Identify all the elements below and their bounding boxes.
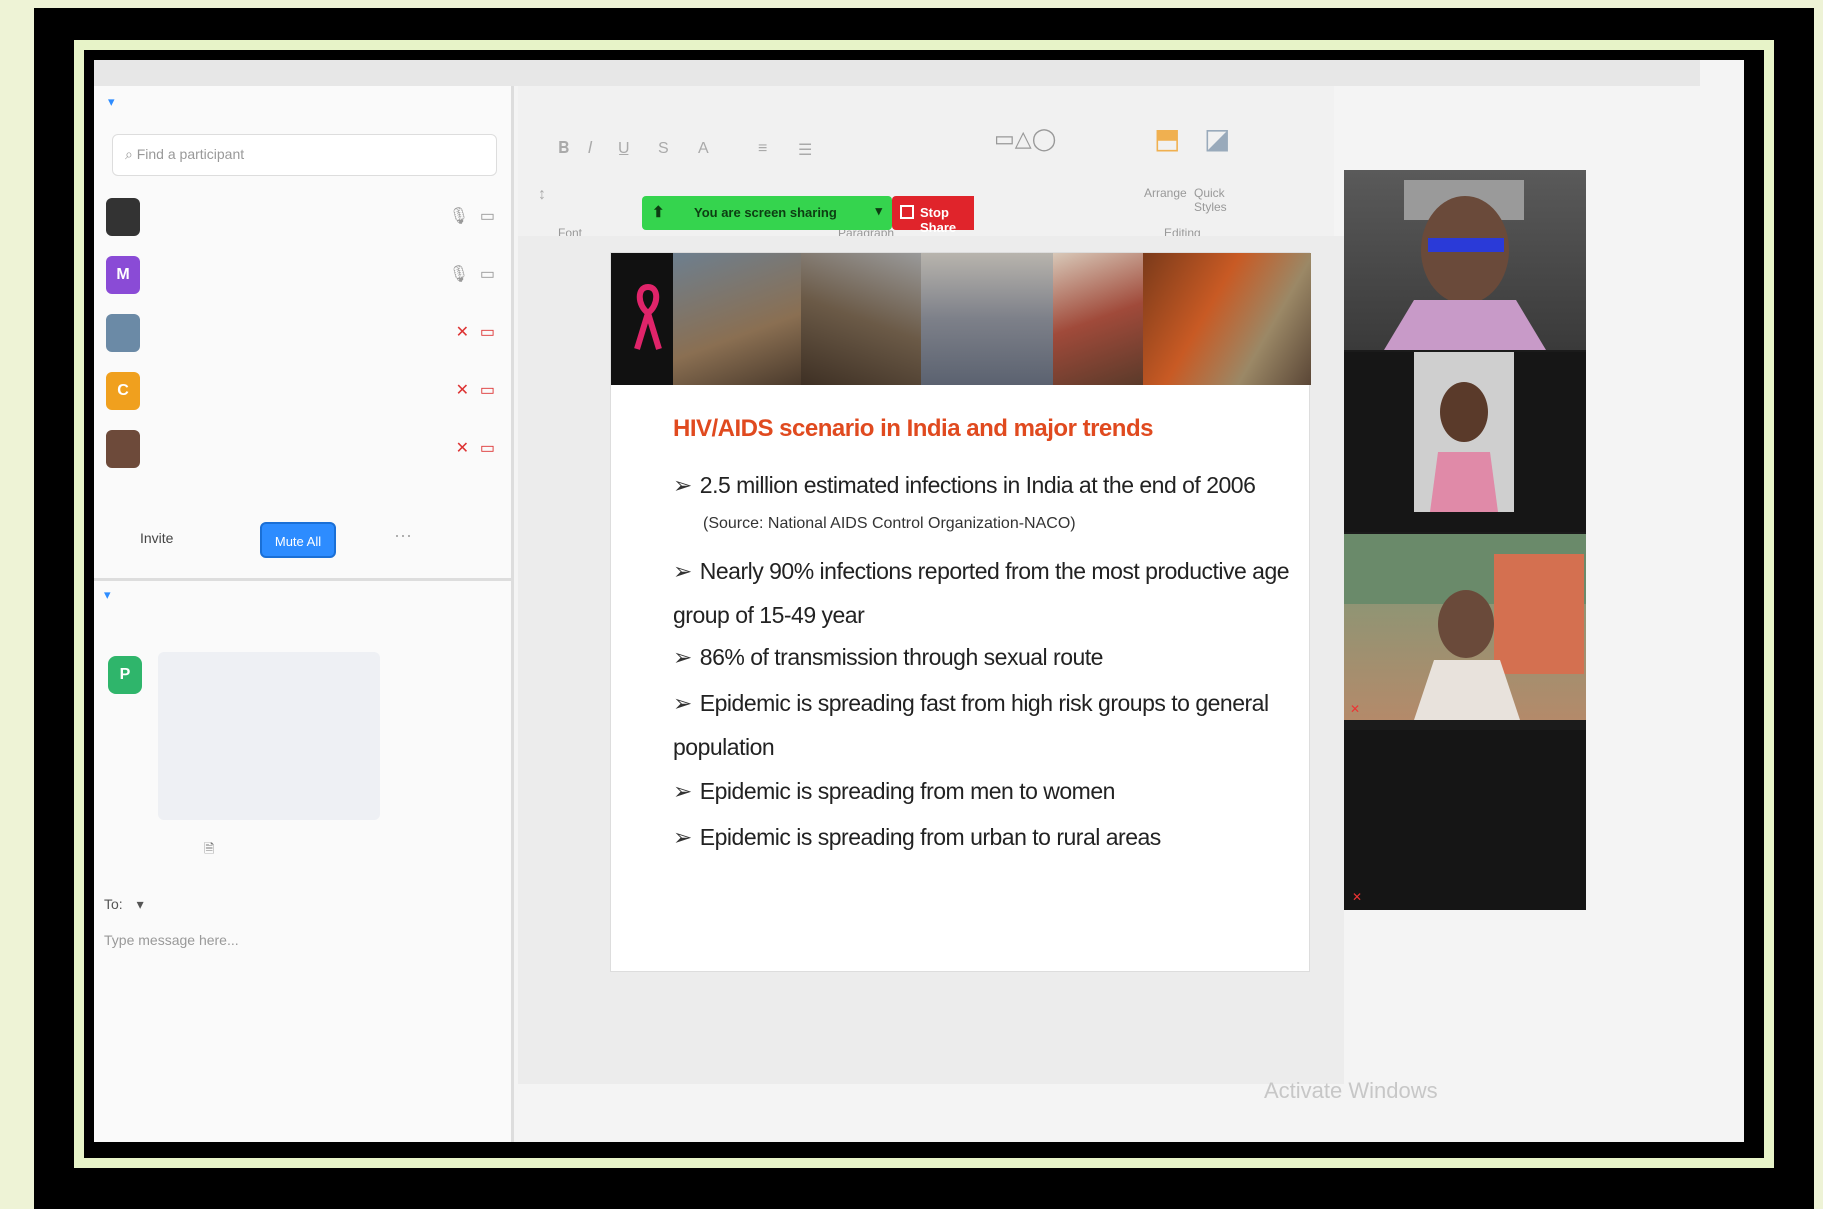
screen-share-status-bar[interactable]: ⬆ You are screen sharing ▾ xyxy=(642,196,892,230)
chat-message xyxy=(158,652,380,820)
quick-styles-icon[interactable]: ◪ xyxy=(1204,122,1230,155)
participant-video xyxy=(1384,180,1546,350)
microphone-muted-icon[interactable]: ✕ xyxy=(456,438,469,458)
quick-styles-button[interactable]: Quick Styles xyxy=(1194,186,1254,214)
chevron-down-icon[interactable]: ▾ xyxy=(104,587,111,602)
slide: HIV/AIDS scenario in India and major tre… xyxy=(610,252,1311,972)
chat-message-input[interactable]: Type message here... xyxy=(104,932,239,948)
drawing-ribbon: ▭△◯ ⬒ ◪ Arrange Quick Styles Editing xyxy=(974,86,1334,240)
participant-row[interactable]: ✕ ▭ xyxy=(106,422,501,476)
shadow-icon[interactable]: S xyxy=(658,140,669,158)
video-off-icon[interactable]: ▭ xyxy=(480,438,495,458)
street-photo xyxy=(921,253,1053,385)
arrange-button[interactable]: Arrange xyxy=(1144,186,1187,200)
video-off-icon[interactable]: ▭ xyxy=(480,380,495,400)
video-tile[interactable]: ✕ xyxy=(1344,534,1586,720)
avatar: C xyxy=(106,372,140,410)
chat-header: ▾ xyxy=(94,578,514,608)
slide-bullet: ➢ Epidemic is spreading fast from high ri… xyxy=(673,690,1269,760)
video-gallery: ✕ ✕ xyxy=(1344,170,1586,910)
microphone-icon[interactable]: 🎙 xyxy=(449,264,469,284)
arrange-icon[interactable]: ⬒ xyxy=(1154,122,1180,155)
slide-source: (Source: National AIDS Control Organizat… xyxy=(703,515,1076,532)
microphone-icon[interactable]: 🎙 xyxy=(449,206,469,226)
chat-avatar: P xyxy=(108,656,142,694)
chat-recipient-selector[interactable]: To: ▾ xyxy=(104,896,504,913)
slide-bullet: ➢ Epidemic is spreading from men to women xyxy=(673,778,1115,804)
microphone-muted-icon: ✕ xyxy=(1350,702,1361,716)
photo-inner-border: ▾ ⌕ Find a participant 🎙 ▭ M 🎙 ▭ ✕ ▭ C ✕… xyxy=(74,40,1774,1168)
video-caption: ✕ xyxy=(1350,702,1582,716)
slide-bullet: ➢ 86% of transmission through sexual rout… xyxy=(673,644,1103,670)
microphone-muted-icon[interactable]: ✕ xyxy=(456,380,469,400)
participant-search-input[interactable]: ⌕ Find a participant xyxy=(112,134,497,176)
italic-icon[interactable]: 𝐼 xyxy=(588,140,592,158)
mute-all-button[interactable]: Mute All xyxy=(260,522,336,558)
slide-photo-banner xyxy=(611,253,1311,385)
invite-button[interactable]: Invite xyxy=(140,530,173,546)
search-icon: ⌕ xyxy=(125,146,137,162)
video-camera-icon[interactable]: ▭ xyxy=(480,206,495,226)
avatar xyxy=(106,314,140,352)
activate-windows-watermark: Activate Windows xyxy=(1264,1078,1438,1103)
line-spacing-icon[interactable]: ↕ xyxy=(538,186,546,204)
group-photo xyxy=(1143,253,1311,385)
slide-bullet: ➢ 2.5 million estimated infections in Ind… xyxy=(673,472,1256,498)
slide-title: HIV/AIDS scenario in India and major tre… xyxy=(673,415,1153,442)
participant-video xyxy=(1414,352,1514,512)
more-options-icon[interactable]: ⋯ xyxy=(394,526,412,547)
video-camera-icon[interactable]: ▭ xyxy=(480,264,495,284)
video-caption: ✕ xyxy=(1352,890,1366,904)
chevron-down-icon[interactable]: ▾ xyxy=(875,203,882,219)
avatar: M xyxy=(106,256,140,294)
participant-row[interactable]: C ✕ ▭ xyxy=(106,364,501,418)
stop-icon xyxy=(900,205,914,219)
participants-title: ▾ xyxy=(104,86,504,120)
microphone-muted-icon: ✕ xyxy=(1352,890,1363,904)
people-photo xyxy=(1053,253,1143,385)
chevron-down-icon: ▾ xyxy=(136,896,144,912)
bullets-icon[interactable]: ☰ xyxy=(798,140,812,160)
stop-share-button[interactable]: Stop Share xyxy=(892,196,986,235)
participant-video xyxy=(1344,534,1586,720)
avatar xyxy=(106,430,140,468)
chat-file-hint[interactable]: 🗎 xyxy=(204,840,214,862)
chevron-down-icon[interactable]: ▾ xyxy=(108,94,115,109)
workers-photo xyxy=(673,253,801,385)
slide-bullet: ➢ Epidemic is spreading from urban to rur… xyxy=(673,824,1161,850)
share-screen-icon: ⬆ xyxy=(652,204,665,221)
aids-ribbon-icon xyxy=(634,283,662,350)
slide-bullet: ➢ Nearly 90% infections reported from the… xyxy=(673,558,1290,628)
bold-icon[interactable]: 𝐁 xyxy=(558,140,569,158)
participant-row[interactable]: ✕ ▭ xyxy=(106,306,501,360)
participants-chat-panel: ▾ ⌕ Find a participant 🎙 ▭ M 🎙 ▭ ✕ ▭ C ✕… xyxy=(94,86,514,1142)
underline-icon[interactable]: U̲ xyxy=(618,140,630,158)
font-color-icon[interactable]: A xyxy=(698,140,709,158)
aids-ribbon-image xyxy=(611,253,673,385)
construction-photo xyxy=(801,253,921,385)
desktop-screen: ▾ ⌕ Find a participant 🎙 ▭ M 🎙 ▭ ✕ ▭ C ✕… xyxy=(94,60,1744,1142)
video-tile[interactable] xyxy=(1344,352,1586,532)
video-off-icon[interactable]: ▭ xyxy=(480,322,495,342)
avatar xyxy=(106,198,140,236)
file-icon: 🗎 xyxy=(204,841,215,856)
align-icon[interactable]: ≡ xyxy=(758,140,767,158)
name-only-tile[interactable]: ✕ xyxy=(1344,730,1586,910)
title-strip xyxy=(94,60,1700,86)
video-tile[interactable] xyxy=(1344,170,1586,350)
participant-row[interactable]: M 🎙 ▭ xyxy=(106,248,501,302)
microphone-muted-icon[interactable]: ✕ xyxy=(456,322,469,342)
shapes-icon[interactable]: ▭△◯ xyxy=(994,126,1056,152)
participant-row[interactable]: 🎙 ▭ xyxy=(106,190,501,244)
